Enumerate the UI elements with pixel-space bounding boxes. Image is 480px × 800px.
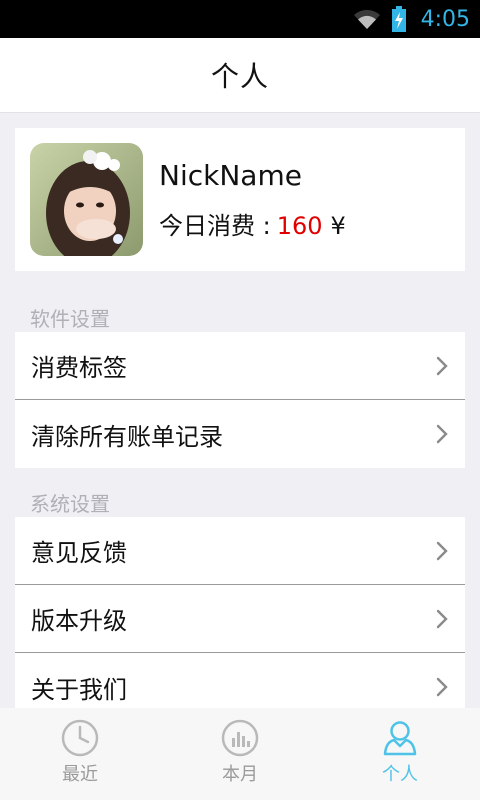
list-item-label: 意见反馈 xyxy=(31,539,127,567)
tab-recent[interactable]: 最近 xyxy=(0,708,160,800)
list-item-label: 清除所有账单记录 xyxy=(31,422,223,451)
title-bar: 个人 xyxy=(0,38,480,113)
today-spending: 今日消费 : 160 ¥ xyxy=(159,206,346,241)
system-settings-group: 意见反馈 版本升级 关于我们 xyxy=(15,517,465,721)
list-item-version-upgrade[interactable]: 版本升级 xyxy=(15,585,465,653)
list-item-clear-records[interactable]: 清除所有账单记录 xyxy=(15,400,465,468)
today-spending-amount: 160 xyxy=(276,211,323,240)
tab-personal[interactable]: 个人 xyxy=(320,708,480,800)
today-spending-label: 今日消费 : xyxy=(159,211,271,240)
software-settings-group: 消费标签 清除所有账单记录 xyxy=(15,332,465,468)
tab-label: 最近 xyxy=(62,764,98,785)
bar-chart-icon xyxy=(221,719,259,757)
chevron-right-icon xyxy=(436,677,448,697)
avatar-image xyxy=(30,143,143,256)
list-item-consume-tags[interactable]: 消费标签 xyxy=(15,332,465,400)
battery-charging-icon xyxy=(391,6,406,32)
bottom-tab-bar: 最近 本月 个人 xyxy=(0,708,480,800)
person-icon xyxy=(383,721,417,756)
list-item-label: 消费标签 xyxy=(31,354,127,382)
clock-icon xyxy=(61,719,99,757)
status-bar: 4:05 xyxy=(0,0,480,38)
list-item-feedback[interactable]: 意见反馈 xyxy=(15,517,465,585)
currency-symbol: ¥ xyxy=(330,211,346,240)
tab-this-month[interactable]: 本月 xyxy=(160,708,320,800)
chevron-right-icon xyxy=(436,356,448,375)
avatar[interactable] xyxy=(30,143,143,256)
section-header-system: 系统设置 xyxy=(30,492,110,516)
chevron-right-icon xyxy=(436,424,448,444)
tab-label: 个人 xyxy=(382,764,418,785)
page-title: 个人 xyxy=(210,60,269,93)
nickname: NickName xyxy=(159,158,302,192)
profile-card[interactable]: NickName 今日消费 : 160 ¥ xyxy=(15,128,465,271)
list-item-label: 版本升级 xyxy=(31,607,127,635)
chevron-right-icon xyxy=(436,541,448,560)
section-header-software: 软件设置 xyxy=(30,307,110,331)
tab-label: 本月 xyxy=(222,764,258,785)
wifi-icon xyxy=(353,9,380,29)
list-item-label: 关于我们 xyxy=(31,675,127,704)
chevron-right-icon xyxy=(436,609,448,628)
status-time: 4:05 xyxy=(420,6,470,32)
